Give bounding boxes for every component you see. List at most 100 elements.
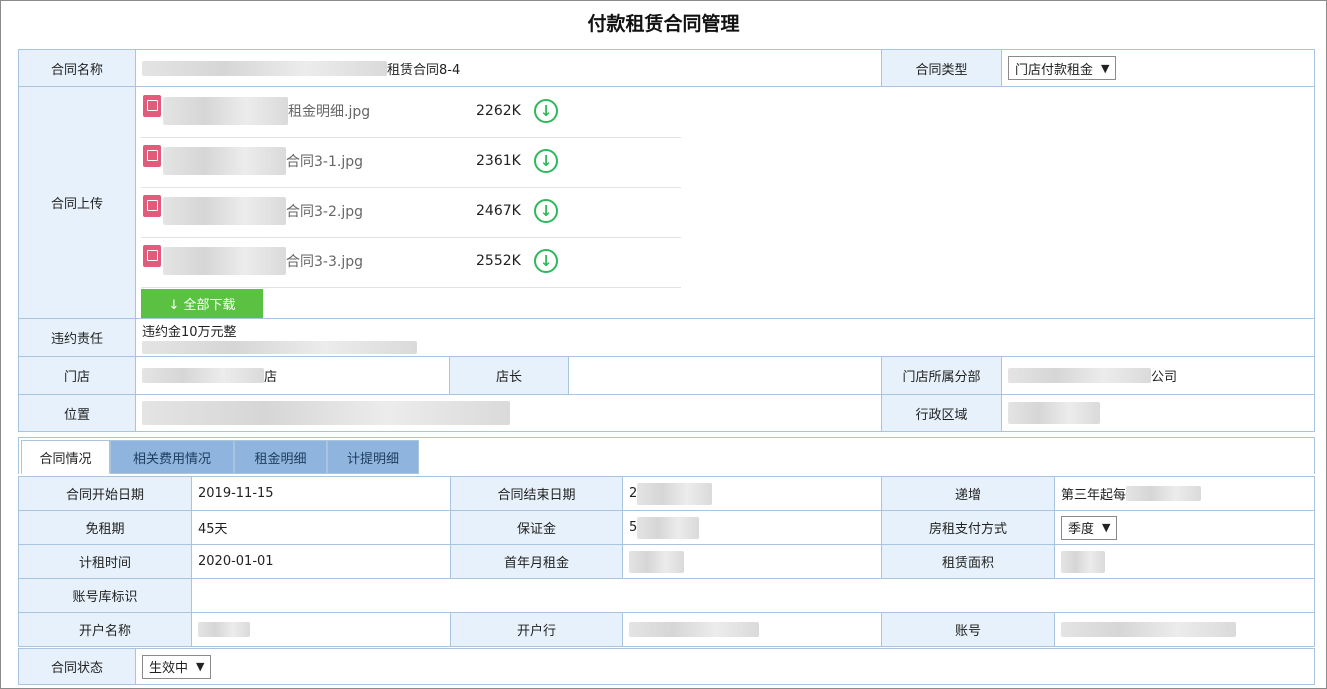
rent-start-field[interactable]: 2020-01-01 [191, 544, 451, 579]
payment-method-label: 房租支付方式 [881, 510, 1055, 545]
district-label: 行政区域 [881, 394, 1002, 432]
account-no-label: 账号 [881, 612, 1055, 647]
start-date-field[interactable]: 2019-11-15 [191, 476, 451, 511]
dropdown-arrow-icon: ▼ [1101, 61, 1110, 75]
status-value: 生效中 [149, 661, 189, 676]
tab-rent-details[interactable]: 租金明细 [234, 440, 327, 474]
breach-field[interactable]: 违约金10万元整 [135, 318, 1315, 357]
account-name-field[interactable] [191, 612, 451, 647]
file-size: 2262K [476, 103, 521, 119]
breach-value: 违约金10万元整 [142, 325, 237, 340]
account-lib-label: 账号库标识 [18, 578, 192, 613]
bank-label: 开户行 [450, 612, 623, 647]
status-label: 合同状态 [18, 648, 136, 685]
image-file-icon [143, 245, 161, 267]
contract-type-select[interactable]: 门店付款租金 ▼ [1008, 56, 1117, 80]
branch-value: 公司 [1151, 370, 1178, 385]
deposit-label: 保证金 [450, 510, 623, 545]
tab-contract-status[interactable]: 合同情况 [21, 440, 110, 474]
manager-label: 店长 [449, 356, 569, 395]
store-field[interactable]: 店 [135, 356, 450, 395]
store-value: 店 [264, 370, 278, 385]
redacted-text [629, 550, 684, 573]
payment-method-cell: 季度 ▼ [1054, 510, 1315, 545]
start-date-label: 合同开始日期 [18, 476, 192, 511]
file-row: 合同3-2.jpg 2467K ↓ [141, 188, 681, 238]
contract-name-field[interactable]: 租赁合同8-4 [135, 49, 882, 87]
image-file-icon [143, 95, 161, 117]
redacted-text [142, 368, 264, 383]
contract-upload-label: 合同上传 [18, 86, 136, 319]
contract-type-label: 合同类型 [881, 49, 1002, 87]
download-circle-icon[interactable]: ↓ [534, 99, 558, 123]
contract-name-value: 租赁合同8-4 [387, 62, 461, 78]
redacted-text [1008, 402, 1100, 424]
increase-value: 第三年起每 [1061, 488, 1127, 503]
image-file-icon [143, 145, 161, 167]
rent-start-label: 计租时间 [18, 544, 192, 579]
download-all-button[interactable]: ↓ 全部下载 [141, 289, 263, 318]
account-no-field[interactable] [1054, 612, 1315, 647]
deposit-field[interactable]: 5 [622, 510, 882, 545]
district-field[interactable] [1001, 394, 1315, 432]
store-label: 门店 [18, 356, 136, 395]
payment-method-select[interactable]: 季度 ▼ [1061, 515, 1118, 540]
file-name[interactable]: 合同3-2.jpg [163, 196, 363, 226]
redacted-text [637, 516, 700, 539]
redacted-text [1061, 622, 1236, 637]
contract-name-label: 合同名称 [18, 49, 136, 87]
file-size: 2467K [476, 203, 521, 219]
download-circle-icon[interactable]: ↓ [534, 199, 558, 223]
first-year-rent-field[interactable] [622, 544, 882, 579]
download-circle-icon[interactable]: ↓ [534, 149, 558, 173]
file-name[interactable]: 合同3-1.jpg [163, 146, 363, 176]
contract-type-cell: 门店付款租金 ▼ [1001, 49, 1315, 87]
tab-accrual-details[interactable]: 计提明细 [327, 440, 419, 474]
free-rent-label: 免租期 [18, 510, 192, 545]
file-size: 2361K [476, 153, 521, 169]
file-row: 合同3-3.jpg 2552K ↓ [141, 238, 681, 288]
account-lib-field[interactable] [191, 578, 1315, 613]
branch-field[interactable]: 公司 [1001, 356, 1315, 395]
manager-field[interactable] [568, 356, 882, 395]
redacted-text [1008, 368, 1151, 383]
increase-field[interactable]: 第三年起每 [1054, 476, 1315, 511]
download-circle-icon[interactable]: ↓ [534, 249, 558, 273]
dropdown-arrow-icon: ▼ [196, 660, 205, 673]
file-row: 合同3-1.jpg 2361K ↓ [141, 138, 681, 188]
breach-label: 违约责任 [18, 318, 136, 357]
redacted-text [629, 622, 759, 637]
end-date-value: 2 [629, 486, 638, 501]
redacted-text [1126, 486, 1202, 501]
deposit-value: 5 [629, 520, 638, 535]
status-cell: 生效中 ▼ [135, 648, 1315, 685]
file-name[interactable]: 租金明细.jpg [163, 96, 370, 126]
account-name-label: 开户名称 [18, 612, 192, 647]
first-year-rent-label: 首年月租金 [450, 544, 623, 579]
area-field[interactable] [1054, 544, 1315, 579]
redacted-text [1061, 550, 1105, 573]
redacted-text [198, 622, 250, 637]
payment-method-value: 季度 [1068, 522, 1095, 537]
image-file-icon [143, 195, 161, 217]
contract-type-value: 门店付款租金 [1015, 62, 1094, 78]
file-size: 2552K [476, 253, 521, 269]
end-date-field[interactable]: 2 [622, 476, 882, 511]
location-label: 位置 [18, 394, 136, 432]
dropdown-arrow-icon: ▼ [1102, 521, 1111, 534]
free-rent-field[interactable]: 45天 [191, 510, 451, 545]
redacted-text [637, 482, 713, 505]
area-label: 租赁面积 [881, 544, 1055, 579]
location-field[interactable] [135, 394, 882, 432]
file-row: 租金明细.jpg 2262K ↓ [141, 88, 681, 138]
branch-label: 门店所属分部 [881, 356, 1002, 395]
increase-label: 递增 [881, 476, 1055, 511]
redacted-text [142, 341, 417, 354]
end-date-label: 合同结束日期 [450, 476, 623, 511]
redacted-text [142, 401, 510, 425]
file-name[interactable]: 合同3-3.jpg [163, 246, 363, 276]
status-select[interactable]: 生效中 ▼ [142, 654, 212, 679]
tab-related-fees[interactable]: 相关费用情况 [110, 440, 234, 474]
page-title: 付款租赁合同管理 [587, 13, 740, 35]
bank-field[interactable] [622, 612, 882, 647]
